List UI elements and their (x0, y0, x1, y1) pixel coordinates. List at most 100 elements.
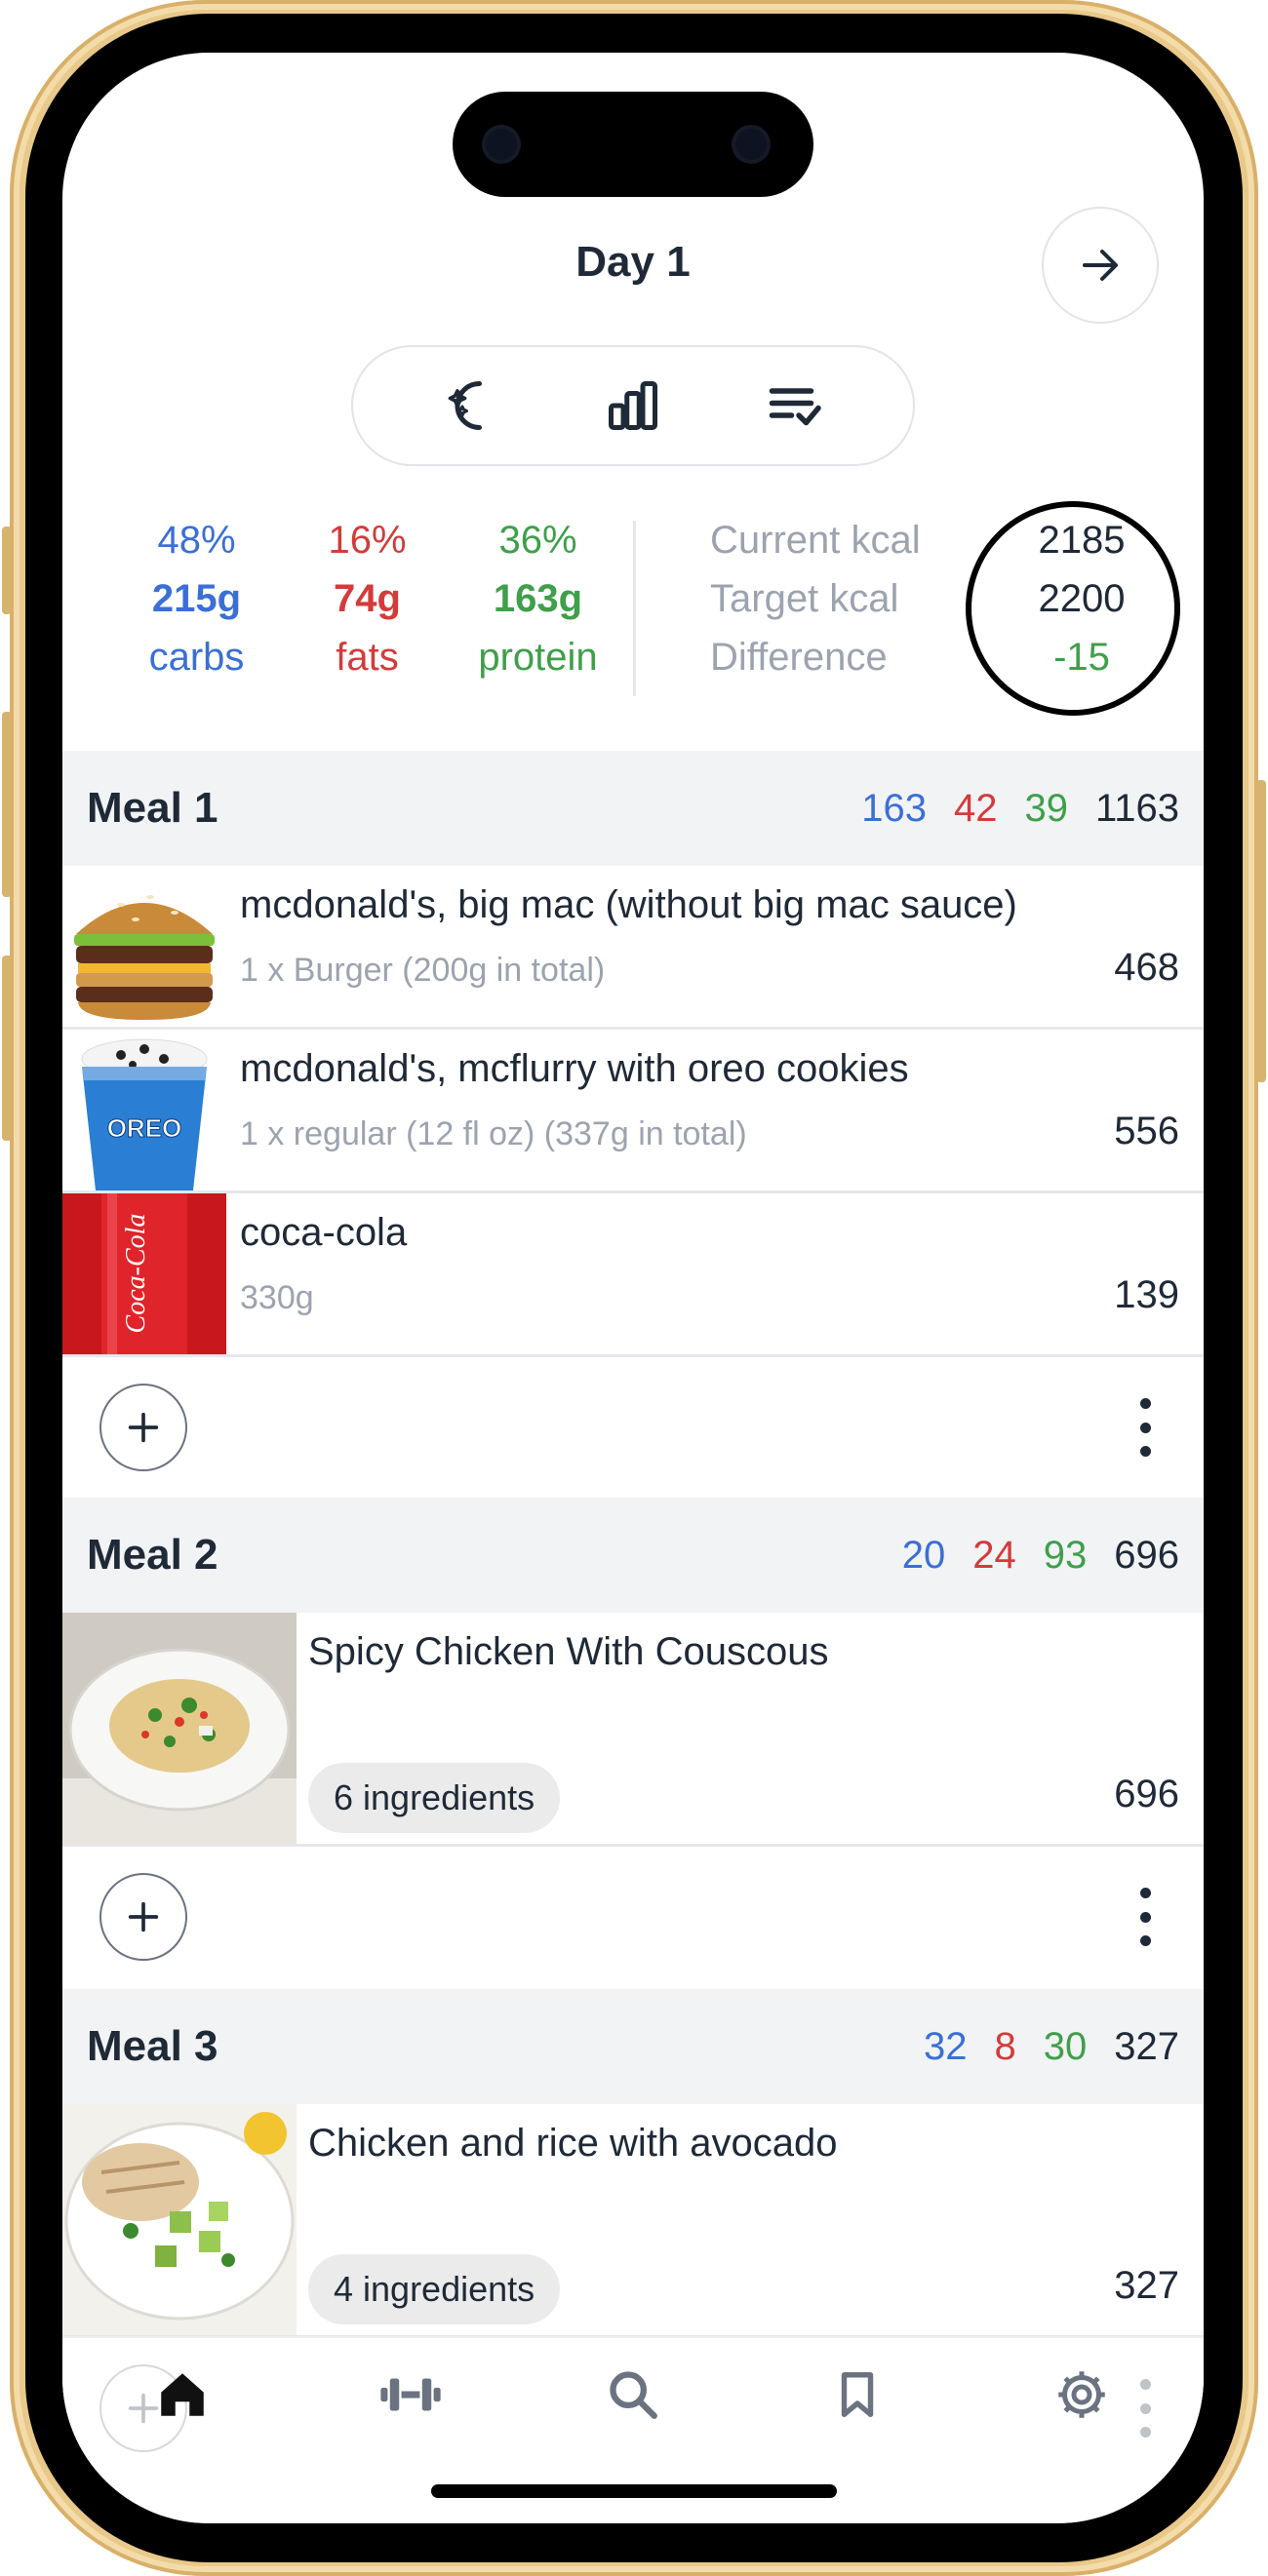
meal-actions (62, 1357, 1204, 1498)
cup-label: OREO (107, 1113, 182, 1143)
home-indicator (431, 2484, 837, 2498)
food-item[interactable]: mcdonald's, big mac (without big mac sau… (62, 866, 1204, 1030)
more-vertical-icon (1139, 1888, 1151, 1898)
more-vertical-icon (1139, 1911, 1151, 1923)
recipe-name: Spicy Chicken With Couscous (308, 1630, 829, 1673)
bookmark-icon (841, 2372, 874, 2417)
meal-header[interactable]: Meal 1 163 42 39 1163 (62, 751, 1204, 866)
add-food-button[interactable] (99, 1384, 187, 1471)
magic-moon-icon (448, 381, 483, 430)
stats-button[interactable] (586, 359, 680, 452)
can-label: Coca-Cola (121, 1214, 151, 1334)
recipe-kcal: 327 (1114, 2264, 1179, 2307)
meal-fats: 42 (953, 786, 998, 830)
next-day-button[interactable] (1042, 207, 1159, 324)
meal-name: Meal 2 (87, 1531, 218, 1579)
food-serving: 330g (240, 1279, 314, 1316)
protein-label: protein (478, 636, 598, 679)
kcal-highlight-circle (966, 501, 1180, 716)
meal-kcal: 696 (1114, 1533, 1179, 1577)
checklist-icon (769, 388, 821, 426)
view-switcher (351, 345, 915, 466)
page-title: Day 1 (575, 238, 691, 286)
meal-protein: 93 (1043, 1533, 1088, 1577)
app-screen: Day 1 48% 215g carbs 16% 74g fats 36% 16… (62, 53, 1204, 2523)
burger-image (62, 866, 226, 1027)
difference-label: Difference (710, 636, 888, 679)
macro-summary: 48% 215g carbs 16% 74g fats 36% 163g pro… (111, 511, 623, 686)
current-kcal-label: Current kcal (710, 519, 921, 562)
meal-carbs: 32 (924, 2024, 968, 2068)
recipe-name: Chicken and rice with avocado (308, 2122, 838, 2165)
tab-settings[interactable] (1038, 2356, 1126, 2434)
protein-grams: 163g (493, 577, 583, 620)
chicken-rice-image (62, 2104, 297, 2335)
home-icon (161, 2373, 204, 2416)
more-vertical-icon (1139, 1446, 1151, 1457)
meal-menu-button[interactable] (1135, 1888, 1155, 1946)
meal-protein: 39 (1024, 786, 1068, 830)
camera-lens (735, 129, 767, 160)
plus-icon (128, 1901, 159, 1932)
food-serving: 1 x Burger (200g in total) (240, 952, 606, 989)
meal-fats: 8 (994, 2024, 1016, 2068)
meal-header[interactable]: Meal 2 20 24 93 696 (62, 1498, 1204, 1613)
meal-totals: 163 42 39 1163 (861, 787, 1179, 831)
recipe-kcal: 696 (1114, 1773, 1179, 1815)
mcflurry-image: OREO (62, 1030, 226, 1190)
more-vertical-icon (1139, 1422, 1151, 1433)
meal-carbs: 20 (901, 1533, 946, 1577)
fats-grams: 74g (334, 577, 401, 620)
meal-menu-button[interactable] (1135, 1398, 1155, 1457)
tab-home[interactable] (139, 2356, 226, 2434)
side-button (2, 712, 12, 897)
meal-header[interactable]: Meal 3 32 8 30 327 (62, 1989, 1204, 2104)
add-food-button[interactable] (99, 1873, 187, 1961)
meal-totals: 32 8 30 327 (924, 2025, 1179, 2069)
arrow-right-icon (1083, 250, 1118, 281)
meal-protein: 30 (1043, 2024, 1088, 2068)
side-button (2, 527, 12, 614)
fats-summary: 16% 74g fats (282, 511, 453, 686)
carbs-grams: 215g (151, 577, 242, 620)
meal-totals: 20 24 93 696 (902, 1534, 1179, 1578)
generate-button[interactable] (425, 359, 519, 452)
ingredients-badge[interactable]: 4 ingredients (308, 2254, 561, 2324)
fats-label: fats (336, 636, 399, 679)
protein-summary: 36% 163g protein (453, 511, 623, 686)
protein-percent: 36% (498, 519, 577, 562)
tab-search[interactable] (589, 2356, 677, 2434)
meal-kcal: 327 (1114, 2024, 1179, 2068)
checklist-button[interactable] (747, 359, 841, 452)
food-name: mcdonald's, mcflurry with oreo cookies (240, 1047, 909, 1090)
ingredients-badge[interactable]: 6 ingredients (308, 1763, 561, 1833)
meal-kcal: 1163 (1094, 786, 1179, 830)
summary-divider (633, 521, 636, 696)
side-button (1256, 780, 1266, 1082)
more-vertical-icon (1139, 1398, 1151, 1409)
food-name: coca-cola (240, 1211, 408, 1254)
carbs-percent: 48% (157, 519, 236, 562)
gear-icon (1058, 2371, 1105, 2418)
couscous-image (62, 1613, 297, 1844)
meal-actions (62, 1847, 1204, 1987)
meal-fats: 24 (972, 1533, 1016, 1577)
camera-lens (486, 129, 517, 160)
recipe-item[interactable]: Chicken and rice with avocado 4 ingredie… (62, 2104, 1204, 2338)
meal-name: Meal 1 (87, 784, 218, 832)
carbs-summary: 48% 215g carbs (111, 511, 282, 686)
food-item[interactable]: Coca-Cola coca-cola 330g 139 (62, 1193, 1204, 1357)
side-button (2, 956, 12, 1141)
dynamic-island (453, 92, 813, 197)
food-name: mcdonald's, big mac (without big mac sau… (240, 883, 1017, 926)
tab-saved[interactable] (813, 2356, 901, 2434)
food-item[interactable]: OREO mcdonald's, mcflurry with oreo cook… (62, 1030, 1204, 1193)
kcal-labels: Current kcal Target kcal Difference (710, 511, 921, 686)
meal-carbs: 163 (861, 786, 927, 830)
dumbbell-icon (380, 2378, 441, 2411)
food-kcal: 139 (1114, 1273, 1179, 1316)
tab-workouts[interactable] (367, 2356, 455, 2434)
target-kcal-label: Target kcal (710, 577, 899, 620)
recipe-item[interactable]: Spicy Chicken With Couscous 6 ingredient… (62, 1613, 1204, 1847)
bar-chart-icon (608, 381, 657, 430)
